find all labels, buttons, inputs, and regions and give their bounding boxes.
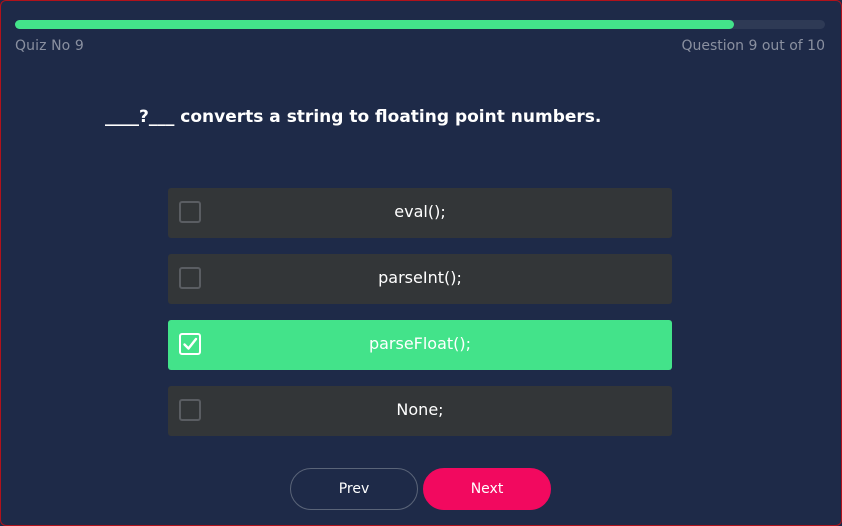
quiz-window: Quiz No 9 Question 9 out of 10 ____?___ … — [0, 0, 842, 526]
question-text: ____?___ converts a string to floating p… — [105, 107, 602, 127]
progress-bar-fill — [15, 20, 735, 29]
answer-option-parsefloat[interactable]: parseFloat(); — [168, 320, 672, 370]
answer-options: eval(); parseInt(); parseFloat(); None; — [168, 188, 672, 452]
answer-option-label: parseInt(); — [378, 268, 462, 287]
answer-option-label: parseFloat(); — [368, 334, 472, 353]
prev-button[interactable]: Prev — [290, 468, 418, 510]
answer-option-parseint[interactable]: parseInt(); — [168, 254, 672, 304]
next-button[interactable]: Next — [423, 468, 551, 510]
answer-option-label: None; — [396, 400, 444, 419]
question-counter: Question 9 out of 10 — [681, 38, 825, 54]
answer-option-none[interactable]: None; — [168, 386, 672, 436]
quiz-number-label: Quiz No 9 — [15, 38, 84, 54]
progress-bar — [15, 20, 825, 29]
answer-option-eval[interactable]: eval(); — [168, 188, 672, 238]
answer-option-label: eval(); — [394, 202, 446, 221]
